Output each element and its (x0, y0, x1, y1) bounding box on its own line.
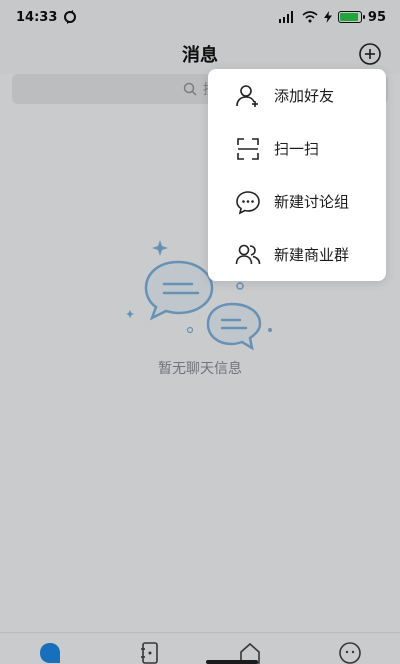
menu-item-label: 新建商业群 (274, 246, 350, 264)
menu-item-label: 添加好友 (274, 87, 335, 105)
group-icon (234, 241, 262, 269)
menu-item-new-discussion[interactable]: 新建讨论组 (208, 175, 386, 228)
menu-item-add-friend[interactable]: 添加好友 (208, 69, 386, 122)
scan-icon (234, 135, 262, 163)
menu-item-new-business-group[interactable]: 新建商业群 (208, 228, 386, 281)
menu-item-label: 新建讨论组 (274, 193, 350, 211)
add-user-icon (234, 82, 262, 110)
menu-item-label: 扫一扫 (274, 140, 320, 158)
menu-item-scan[interactable]: 扫一扫 (208, 122, 386, 175)
popup-menu: 添加好友 扫一扫 新建讨论组 新建商业群 (208, 69, 386, 281)
chat-bubble-icon (234, 188, 262, 216)
